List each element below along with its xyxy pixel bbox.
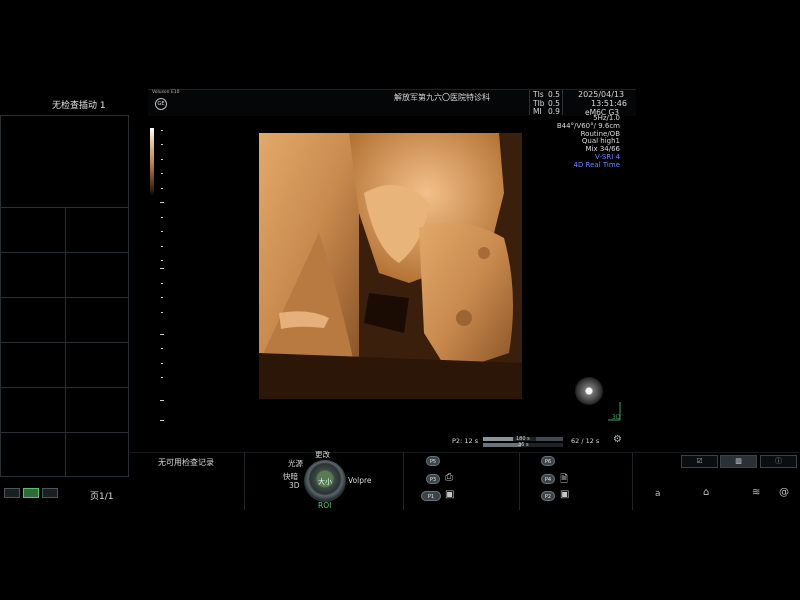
preset-p6-button[interactable]: P6 (541, 456, 555, 466)
printer-icon[interactable]: ⎙ (445, 472, 453, 483)
save-icon[interactable]: ▣ (560, 489, 569, 500)
network-icon[interactable]: ⌂ (703, 487, 709, 498)
render-image (259, 133, 522, 399)
bottom-divider (130, 452, 800, 453)
no-records-message: 无可用检查记录 (158, 458, 214, 467)
grid-divider (65, 208, 66, 476)
wifi-icon[interactable]: ≋ (752, 487, 760, 498)
layout-2x2-button[interactable] (23, 488, 39, 498)
tab-info[interactable]: ⓘ (760, 455, 797, 468)
acquisition-parameters: 5Hz/1.0 B44°/V60°/ 9.6cm Routine/OB Qual… (540, 114, 620, 170)
preset-p4-button[interactable]: P4 (541, 474, 555, 484)
cine-preset-label: P2: 12 s (452, 437, 479, 445)
exam-date: 2025/04/13 (578, 90, 625, 99)
knob-center-label: 大小 (318, 478, 332, 486)
knob-label-light[interactable]: 光源 (288, 458, 303, 469)
page-indicator: 页1/1 (90, 492, 114, 502)
status-letter: a (655, 489, 661, 499)
ge-logo-icon: GE (155, 98, 167, 110)
knob-label-volpre[interactable]: Volpre (348, 476, 372, 485)
at-icon[interactable]: @ (779, 487, 789, 498)
tab-report[interactable]: ☑ (681, 455, 718, 468)
preset-p1-button[interactable]: P1 (421, 491, 441, 501)
thumbnail-grid[interactable] (0, 115, 129, 477)
layout-1x2-button[interactable] (4, 488, 20, 498)
cine-count: 62 / 12 s (571, 437, 600, 445)
document-icon[interactable]: 🗎 (560, 472, 568, 489)
layout-3x3-button[interactable] (42, 488, 58, 498)
axis-3d-label: 3D (612, 414, 621, 421)
orientation-ball-icon[interactable] (575, 377, 603, 405)
exam-time: 13:51:46 (591, 99, 627, 108)
fetal-3d-render[interactable] (259, 133, 522, 399)
preset-p2-button[interactable]: P2 (541, 491, 555, 501)
preset-p3-button[interactable]: P3 (426, 474, 440, 484)
preset-p5-button[interactable]: P5 (426, 456, 440, 466)
mode-label: 4D Real Time (573, 160, 620, 169)
render-color-bar (150, 128, 154, 196)
gear-icon[interactable]: ⚙ (613, 434, 622, 445)
header-divider (529, 90, 530, 115)
knob-label-change[interactable]: 更改 (315, 449, 330, 460)
layout-toolbar (4, 488, 61, 501)
hospital-name: 解放军第九六〇医院特诊科 (394, 93, 490, 102)
header-divider (562, 90, 563, 115)
exam-title: 无检查插动 1 (52, 101, 106, 111)
save-icon[interactable]: ▣ (445, 489, 454, 500)
index-tis-label: TIs (533, 90, 544, 99)
cine-bar-bottom-label: 36 s (518, 442, 529, 448)
knob-label-roi[interactable]: ROI (318, 501, 331, 510)
tab-measurement[interactable]: ▥ (720, 455, 757, 468)
logo-text: Voluson E10 (152, 90, 180, 95)
index-tis-value: 0.5 (548, 90, 560, 99)
knob-label-3d[interactable]: 3D (289, 481, 300, 490)
